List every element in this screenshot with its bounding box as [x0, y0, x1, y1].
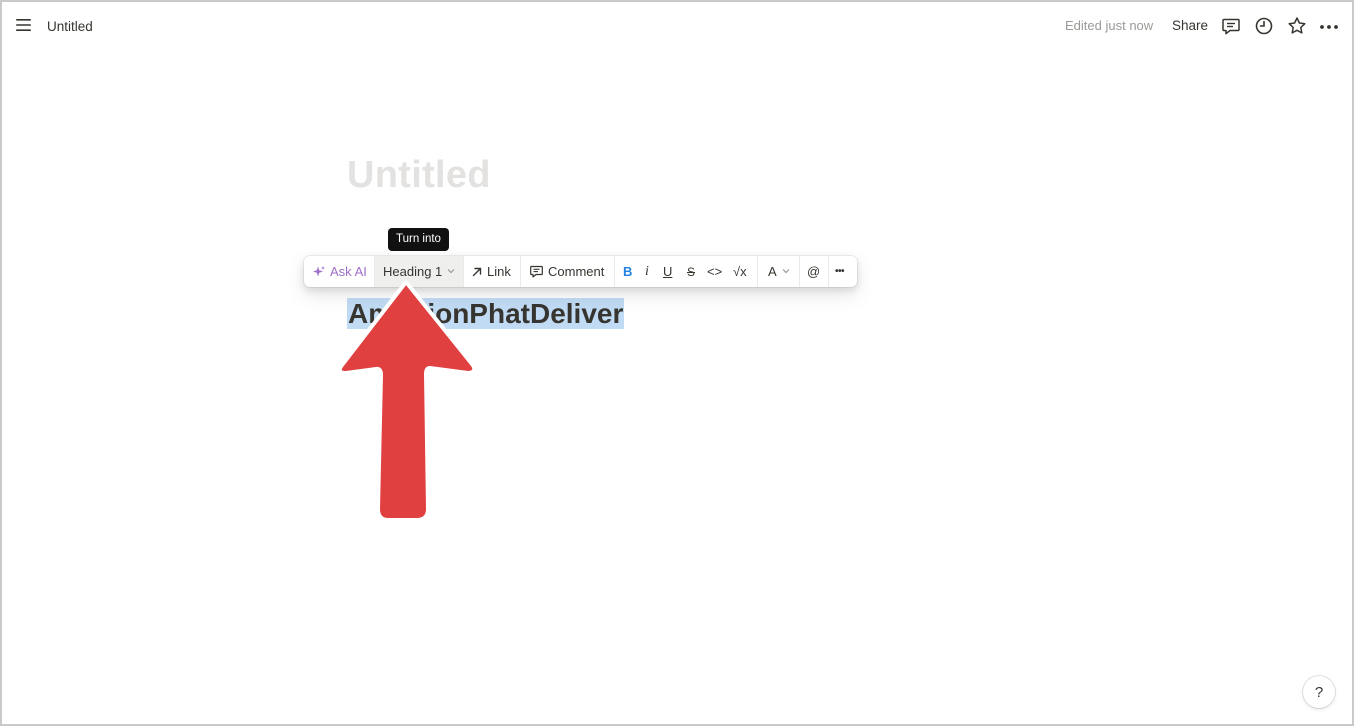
breadcrumb-page-title[interactable]: Untitled	[47, 19, 93, 34]
toolbar-divider	[614, 256, 615, 287]
page-title-placeholder[interactable]: Untitled	[347, 154, 491, 197]
history-clock-icon[interactable]	[1253, 15, 1275, 37]
more-formatting-button[interactable]: •••	[835, 256, 845, 287]
turn-into-tooltip: Turn into	[388, 228, 449, 251]
toolbar-divider	[757, 256, 758, 287]
text-color-button[interactable]: A	[768, 256, 791, 287]
help-button[interactable]: ?	[1303, 676, 1335, 708]
toolbar-divider	[828, 256, 829, 287]
chevron-down-icon	[781, 264, 791, 279]
bold-button[interactable]: B	[623, 256, 632, 287]
mention-button[interactable]: @	[807, 256, 820, 287]
annotation-arrow-up-icon	[322, 272, 492, 537]
italic-button[interactable]: i	[645, 256, 649, 287]
more-options-icon[interactable]	[1318, 15, 1340, 37]
comment-label: Comment	[548, 264, 605, 279]
top-bar: Untitled Edited just now Share	[2, 2, 1352, 48]
toolbar-divider	[799, 256, 800, 287]
underline-button[interactable]: U	[663, 256, 672, 287]
strikethrough-button[interactable]: S	[687, 256, 695, 287]
text-color-label: A	[768, 264, 777, 279]
comments-icon[interactable]	[1220, 15, 1242, 37]
comment-icon	[529, 264, 544, 279]
code-button[interactable]: <>	[707, 256, 722, 287]
app-window: Untitled Edited just now Share Untitled …	[0, 0, 1354, 726]
toolbar-divider	[520, 256, 521, 287]
sidebar-menu-icon[interactable]	[14, 16, 34, 34]
equation-button[interactable]: √x	[733, 256, 747, 287]
comment-button[interactable]: Comment	[529, 256, 604, 287]
share-button[interactable]: Share	[1172, 18, 1208, 33]
favorite-star-icon[interactable]	[1286, 15, 1308, 37]
edited-status: Edited just now	[1065, 18, 1154, 33]
